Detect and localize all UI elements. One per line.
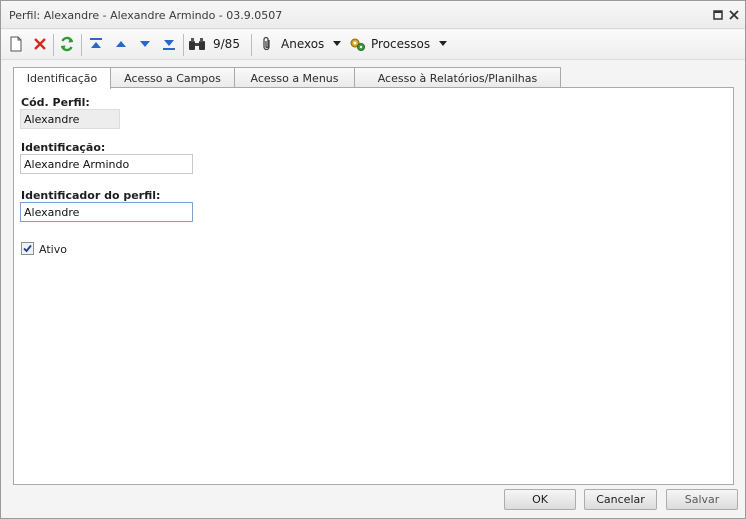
attachments-dropdown-icon[interactable] — [328, 35, 346, 53]
ativo-checkbox[interactable] — [21, 242, 34, 255]
checkmark-icon — [23, 244, 32, 253]
identificador-label: Identificador do perfil: — [21, 189, 161, 202]
profile-window: Perfil: Alexandre - Alexandre Armindo - … — [0, 0, 746, 519]
tab-acesso-campos[interactable]: Acesso a Campos — [110, 67, 235, 88]
binoculars-icon[interactable] — [188, 35, 206, 53]
cancel-button[interactable]: Cancelar — [584, 489, 657, 510]
record-counter: 9/85 — [213, 37, 240, 51]
identificacao-field[interactable]: Alexandre Armindo — [20, 154, 193, 174]
title-bar: Perfil: Alexandre - Alexandre Armindo - … — [1, 1, 745, 29]
toolbar-separator — [183, 34, 184, 56]
close-icon[interactable] — [728, 9, 740, 21]
paperclip-icon[interactable] — [258, 35, 276, 53]
tab-acesso-relatorios[interactable]: Acesso à Relatórios/Planilhas — [354, 67, 561, 88]
tab-panel-identificacao: Cód. Perfil: Alexandre Identificação: Al… — [13, 87, 734, 485]
ativo-label: Ativo — [39, 243, 67, 256]
new-document-icon[interactable] — [7, 35, 25, 53]
toolbar: 9/85 Anexos Processos — [1, 30, 745, 60]
processes-button[interactable]: Processos — [371, 37, 430, 51]
tab-label: Identificação — [26, 72, 98, 85]
tab-strip: Identificação Acesso a Campos Acesso a M… — [13, 67, 733, 89]
delete-icon[interactable] — [31, 35, 49, 53]
gears-icon[interactable] — [349, 35, 367, 53]
save-button[interactable]: Salvar — [666, 489, 738, 510]
identificador-field[interactable]: Alexandre — [20, 202, 193, 222]
tab-acesso-menus[interactable]: Acesso a Menus — [234, 67, 355, 88]
previous-record-icon[interactable] — [112, 35, 130, 53]
ok-button[interactable]: OK — [504, 489, 576, 510]
window-title: Perfil: Alexandre - Alexandre Armindo - … — [9, 9, 283, 22]
tab-label: Acesso à Relatórios/Planilhas — [377, 71, 538, 85]
first-record-icon[interactable] — [87, 35, 105, 53]
tab-label: Acesso a Campos — [124, 71, 221, 85]
tab-identificacao[interactable]: Identificação — [13, 67, 111, 89]
cod-perfil-label: Cód. Perfil: — [21, 96, 90, 109]
refresh-icon[interactable] — [58, 35, 76, 53]
tab-label: Acesso a Menus — [250, 71, 339, 85]
maximize-icon[interactable] — [712, 9, 724, 21]
last-record-icon[interactable] — [160, 35, 178, 53]
cod-perfil-field[interactable]: Alexandre — [20, 109, 120, 129]
next-record-icon[interactable] — [136, 35, 154, 53]
identificacao-label: Identificação: — [21, 141, 106, 154]
toolbar-separator — [251, 34, 252, 56]
toolbar-separator — [53, 34, 54, 56]
attachments-button[interactable]: Anexos — [281, 37, 324, 51]
processes-dropdown-icon[interactable] — [434, 35, 452, 53]
toolbar-separator — [81, 34, 82, 56]
